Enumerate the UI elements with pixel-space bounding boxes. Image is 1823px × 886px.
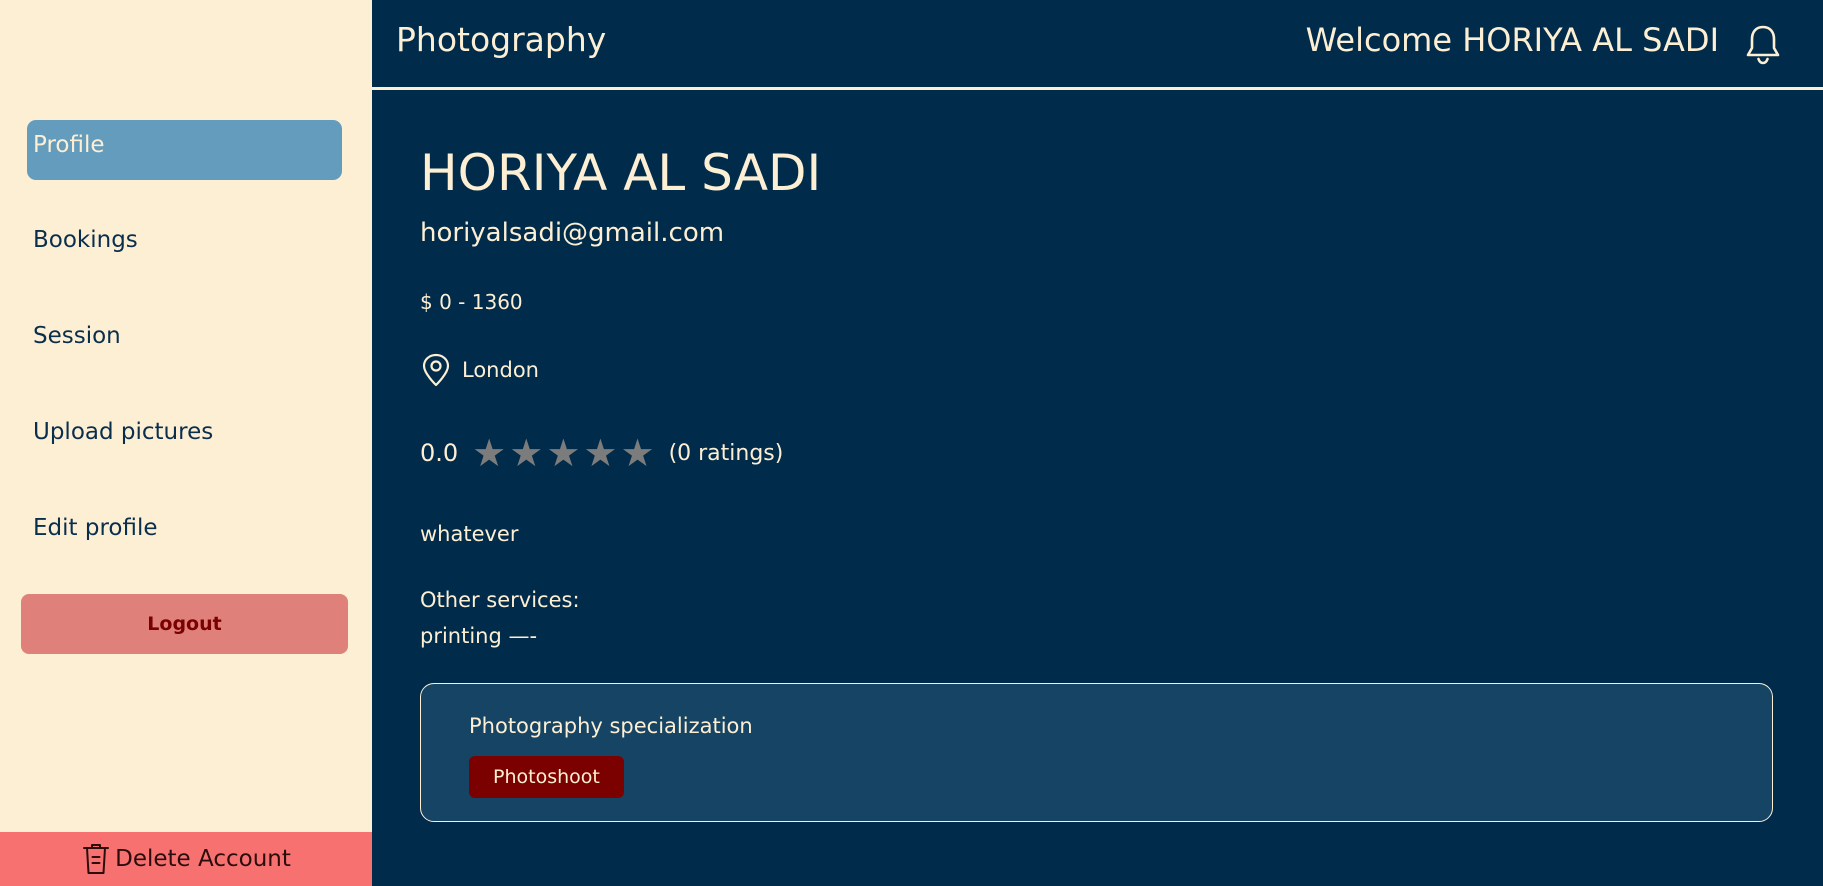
star-icon[interactable]: ★ — [620, 434, 654, 472]
sidebar: Profile Bookings Session Upload pictures… — [0, 0, 372, 886]
profile-email: horiyalsadi@gmail.com — [420, 218, 725, 248]
specialization-title: Photography specialization — [469, 714, 753, 738]
profile-description: whatever — [420, 522, 519, 546]
star-icon[interactable]: ★ — [546, 434, 580, 472]
specialization-card: Photography specialization Photoshoot — [420, 683, 1773, 822]
rating-count: (0 ratings) — [668, 440, 784, 466]
top-header: Photography Welcome HORIYA AL SADI — [372, 0, 1823, 90]
price-range: $ 0 - 1360 — [420, 290, 523, 314]
sidebar-item-bookings[interactable]: Bookings — [27, 210, 342, 270]
rating-row: 0.0 ★ ★ ★ ★ ★ (0 ratings) — [420, 434, 783, 472]
profile-name: HORIYA AL SADI — [420, 144, 822, 202]
sidebar-item-session[interactable]: Session — [27, 306, 342, 366]
trash-icon — [83, 844, 110, 874]
bell-icon[interactable] — [1743, 22, 1783, 66]
rating-value: 0.0 — [420, 439, 459, 467]
sidebar-item-edit-profile[interactable]: Edit profile — [27, 498, 342, 558]
app-brand[interactable]: Photography — [396, 20, 606, 59]
welcome-message: Welcome HORIYA AL SADI — [1305, 21, 1719, 59]
profile-location: London — [420, 352, 539, 388]
logout-button[interactable]: Logout — [21, 594, 348, 654]
delete-account-button[interactable]: Delete Account — [0, 832, 372, 886]
specialization-tag[interactable]: Photoshoot — [469, 756, 624, 798]
other-services-value: printing —- — [420, 624, 538, 648]
other-services-label: Other services: — [420, 588, 580, 612]
star-rating: ★ ★ ★ ★ ★ — [472, 434, 654, 472]
sidebar-item-profile[interactable]: Profile — [27, 120, 342, 180]
star-icon[interactable]: ★ — [583, 434, 617, 472]
profile-content: HORIYA AL SADI horiyalsadi@gmail.com $ 0… — [372, 90, 1823, 886]
sidebar-item-upload-pictures[interactable]: Upload pictures — [27, 402, 342, 462]
location-text: London — [462, 358, 539, 382]
map-pin-icon — [422, 353, 450, 387]
star-icon[interactable]: ★ — [509, 434, 543, 472]
delete-account-label: Delete Account — [115, 846, 291, 872]
star-icon[interactable]: ★ — [472, 434, 506, 472]
